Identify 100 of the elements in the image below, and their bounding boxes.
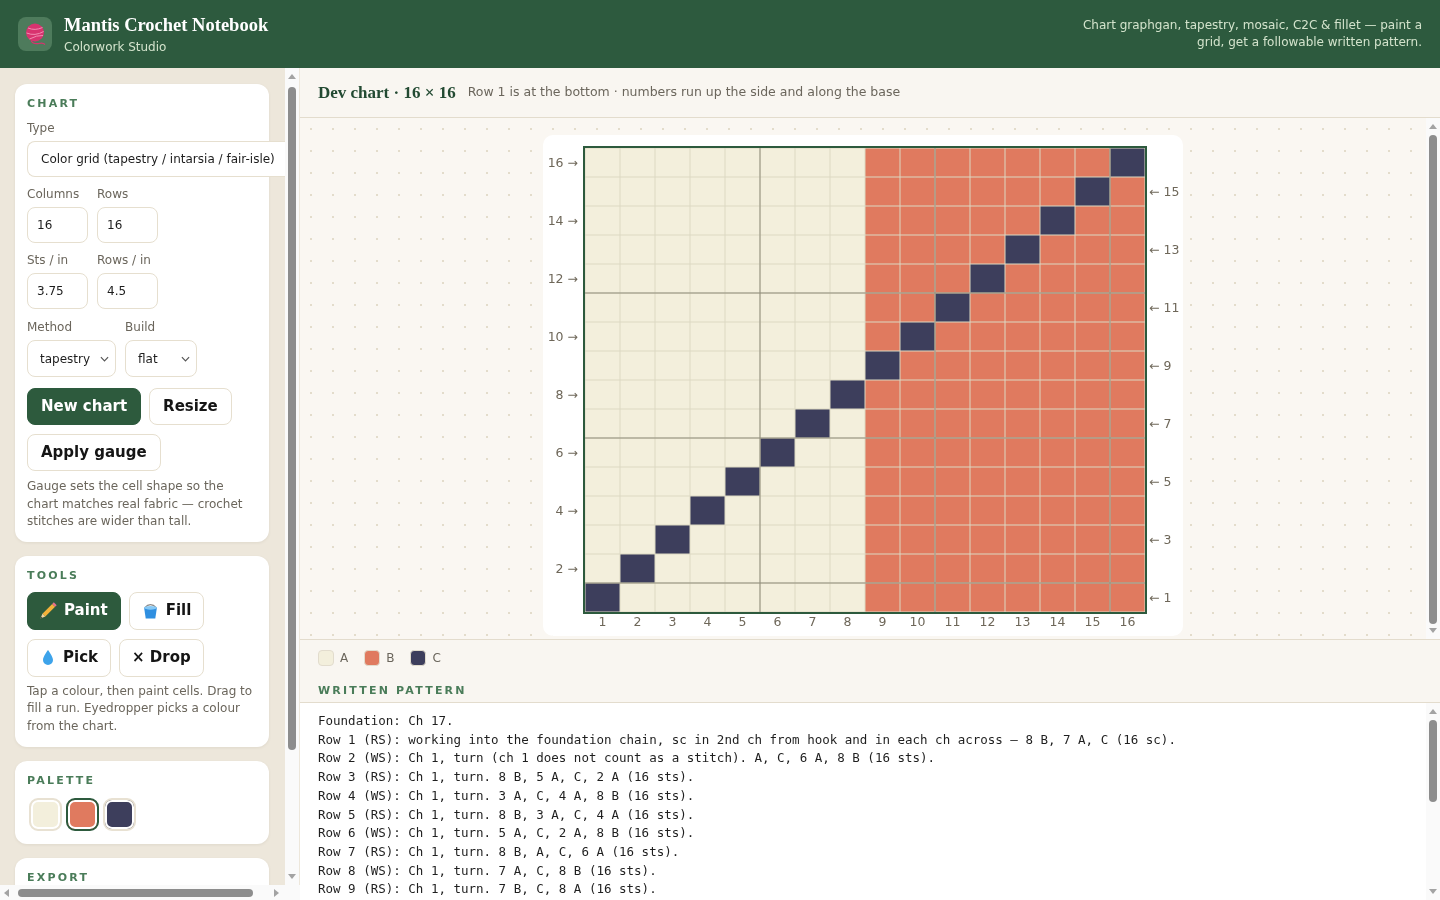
column-number: 8 [843,615,852,629]
number-input[interactable]: 3.75 [27,273,88,309]
chart-type-select[interactable]: Color grid (tapestry / intarsia / fair-isle) [27,141,285,177]
row-number: 14 → [547,213,578,228]
column-number: 9 [878,615,887,629]
row-number: 4 → [555,503,578,518]
row-number: ← 3 [1149,532,1172,547]
chart-title: Dev chart · 16 × 16 [318,81,456,104]
pattern-line: Row 6 (WS): Ch 1, turn. 5 A, C, 2 A, 8 B (16 sts). [318,824,695,843]
field-label: Sts / in [27,252,70,268]
row-number: 16 → [547,155,578,170]
pattern-line: Row 8 (WS): Ch 1, turn. 7 A, C, 8 B (16 sts). [318,861,657,880]
panel-heading: CHART [27,97,81,111]
pattern-line: Row 7 (RS): Ch 1, turn. 8 B, A, C, 6 A (16 sts). [318,842,680,861]
pattern-line: Row 5 (RS): Ch 1, turn. 8 B, 3 A, C, 4 A (16 sts). [318,805,695,824]
row-number: 8 → [555,387,578,402]
action-button[interactable]: Apply gauge [27,434,161,471]
chevron-down-icon [100,355,110,362]
panel-heading: TOOLS [27,568,81,583]
row-number: ← 11 [1149,300,1180,315]
row-number: 12 → [547,271,578,286]
tool-button[interactable]: × Drop [119,638,204,677]
row-number: ← 1 [1149,590,1172,605]
scrollbar-thumb[interactable] [1429,720,1437,802]
row-number: 2 → [555,561,578,576]
scroll-up-arrow-icon[interactable] [288,74,296,79]
scrollbar-thumb[interactable] [1429,135,1437,624]
pattern-line: Row 9 (RS): Ch 1, turn. 7 B, C, 8 A (16 sts). [318,880,657,899]
column-number: 11 [944,615,961,629]
legend-label: B [386,649,395,667]
scroll-down-arrow-icon[interactable] [1429,889,1437,894]
pattern-line: Row 4 (WS): Ch 1, turn. 3 A, C, 4 A, 8 B (16 sts). [318,786,695,805]
column-number: 13 [1014,615,1031,629]
column-number: 15 [1084,615,1101,629]
column-number: 4 [703,615,712,629]
scroll-up-arrow-icon[interactable] [1429,709,1437,714]
column-number: 2 [633,615,642,629]
pencil-icon [40,602,57,619]
scrollbar-thumb[interactable] [18,888,253,897]
panel-note: Gauge sets the cell shape so the chart matches real fabric — crochet stitches are wider than tall. [27,478,244,530]
color-swatch[interactable] [66,798,99,831]
tool-button[interactable]: Fill [128,591,205,630]
tool-button[interactable]: Pick [27,638,111,677]
field-label: Columns [27,186,81,202]
legend-label: A [340,649,349,667]
dropdown-select[interactable]: tapestry [27,340,117,377]
field-label: Method [27,319,73,335]
column-number: 10 [909,615,926,629]
pattern-line: Row 1 (RS): working into the foundation chain, sc in 2nd ch from hook and in each ch across — 8 B, 7 A, C (16 sc). [318,730,1176,749]
column-number: 1 [598,615,607,629]
droplet-icon [40,649,56,666]
row-number: ← 13 [1149,242,1180,257]
scroll-left-arrow-icon[interactable] [4,888,9,897]
field-label: Rows [97,186,130,202]
pattern-line: Foundation: Ch 17. [318,712,454,730]
app-subtitle: Colorwork Studio [64,38,168,55]
column-number: 12 [979,615,996,629]
row-number: ← 7 [1149,416,1172,431]
pattern-line: Row 2 (WS): Ch 1, turn (ch 1 does not count as a stitch). A, C, 6 A, 8 B (16 sts). [318,749,936,768]
scroll-down-arrow-icon[interactable] [288,874,296,879]
action-button[interactable]: New chart [27,388,142,425]
pattern-line: Row 3 (RS): Ch 1, turn. 8 B, 5 A, C, 2 A (16 sts). [318,768,695,787]
column-number: 7 [808,615,817,629]
app-title: Mantis Crochet Notebook [64,13,269,36]
dropdown-select[interactable]: flat [125,340,198,377]
number-input[interactable]: 16 [27,207,88,243]
row-number: ← 9 [1149,358,1172,373]
row-number: 6 → [555,445,578,460]
column-number: 3 [668,615,677,629]
column-number: 6 [773,615,782,629]
panel-heading: EXPORT [27,871,91,885]
row-number: ← 15 [1149,184,1180,199]
panel-heading: PALETTE [27,774,97,788]
vertical-scrollbar[interactable] [1426,118,1440,639]
column-number: 16 [1119,615,1136,629]
row-number: ← 5 [1149,474,1172,489]
vertical-scrollbar[interactable] [285,68,299,885]
field-label: Type [27,120,56,136]
column-number: 14 [1049,615,1066,629]
tool-button[interactable]: Paint [27,591,121,630]
chevron-down-icon [181,355,191,362]
app-tagline: Chart graphgan, tapestry, mosaic, C2C & fillet — paint a grid, get a followable written pattern. [1081,17,1422,51]
number-input[interactable]: 16 [97,207,158,243]
field-label: Build [125,319,157,335]
panel-note: Tap a colour, then paint cells. Drag to fill a run. Eyedropper picks a colour from the chart. [27,682,254,735]
vertical-scrollbar[interactable] [1426,703,1440,900]
chart-subtitle: Row 1 is at the bottom · numbers run up the side and along the base [467,83,901,102]
bucket-icon [141,602,159,619]
action-button[interactable]: Resize [149,388,232,425]
scroll-down-arrow-icon[interactable] [1429,628,1437,633]
column-number: 5 [738,615,747,629]
scrollbar-thumb[interactable] [288,87,296,750]
field-label: Rows / in [97,252,152,268]
section-heading: WRITTEN PATTERN [318,684,467,697]
legend-label: C [432,649,441,667]
horizontal-scrollbar[interactable] [0,885,300,900]
row-number: 10 → [547,329,578,344]
scroll-up-arrow-icon[interactable] [1429,124,1437,129]
number-input[interactable]: 4.5 [97,273,158,309]
scroll-right-arrow-icon[interactable] [274,888,279,897]
